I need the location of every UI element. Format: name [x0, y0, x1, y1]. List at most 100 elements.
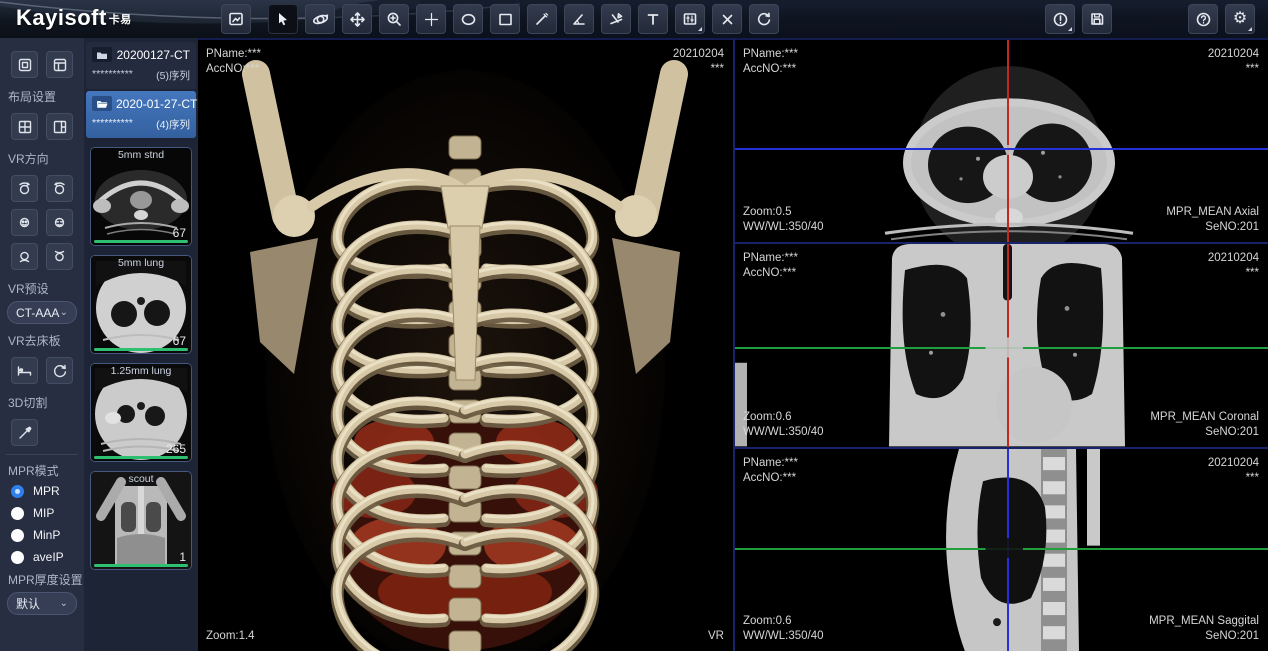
bed-reset-button[interactable] — [46, 357, 73, 384]
view-2d-button[interactable] — [221, 4, 251, 34]
text-annotation-button[interactable] — [638, 4, 668, 34]
measure-line-icon — [534, 11, 550, 27]
ellipse-roi-button[interactable] — [453, 4, 483, 34]
study-date: 2020-01-27-CT — [116, 97, 197, 111]
scout-thumb-image — [91, 472, 191, 569]
study-date: 20210204 — [1208, 456, 1259, 471]
accno: AccNO:*** — [743, 266, 798, 281]
study-stars: *** — [1208, 62, 1259, 77]
vr-mode-overlay: VR — [708, 629, 724, 644]
sagittal-crosshair-horizontal[interactable] — [735, 548, 1268, 550]
pointer-icon — [275, 11, 291, 27]
vr-orient-left-button[interactable] — [11, 209, 38, 236]
scalpel-icon — [17, 425, 33, 441]
chevron-down-icon: ⌄ — [60, 307, 68, 318]
rect-roi-button[interactable] — [490, 4, 520, 34]
cobb-angle-button[interactable] — [601, 4, 631, 34]
mpr-mode-section-label: MPR模式 — [0, 459, 84, 480]
pan-tool-button[interactable] — [342, 4, 372, 34]
rotate-3d-tool-button[interactable] — [305, 4, 335, 34]
mpr-thickness-select[interactable]: 默认 ⌄ — [7, 592, 77, 615]
grid-1-2-layout-button[interactable] — [46, 113, 73, 140]
thumbnail-image-count: 1 — [179, 550, 186, 564]
view-name: MPR_MEAN Axial — [1166, 205, 1259, 220]
vr-orient-posterior-button[interactable] — [46, 175, 73, 202]
series-thumbnail-5mm-lung[interactable]: 5mm lung 67 — [90, 255, 192, 354]
study-patient: ********** — [92, 68, 133, 83]
axial-crosshair-horizontal[interactable] — [735, 148, 1268, 150]
pname: PName:*** — [743, 456, 798, 471]
layout-preset-button[interactable] — [46, 51, 73, 78]
vr-accno: AccNO:*** — [206, 62, 261, 77]
mpr-mode-radio-aveip[interactable]: aveIP — [0, 546, 84, 568]
vr-direction-section-label: VR方向 — [0, 147, 84, 168]
measure-line-button[interactable] — [527, 4, 557, 34]
radio-icon — [11, 551, 24, 564]
study-date: 20210204 — [1208, 47, 1259, 62]
axial-crosshair-vertical[interactable] — [1007, 40, 1009, 242]
series-thumbnail-125mm-lung[interactable]: 1.25mm lung 265 — [90, 363, 192, 462]
thumbnail-image-count: 67 — [173, 226, 186, 240]
vr-viewport[interactable]: PName:*** AccNO:*** 20210204 *** Zoom:1.… — [198, 38, 733, 651]
bed-removal-button[interactable] — [11, 357, 38, 384]
window-level-button[interactable] — [675, 4, 705, 34]
vr-study-overlay: 20210204 *** — [673, 47, 724, 77]
vr-orient-anterior-button[interactable] — [11, 175, 38, 202]
study-item-1[interactable]: 20200127-CT ********** (5)序列 — [86, 42, 196, 89]
pname: PName:*** — [743, 251, 798, 266]
save-button[interactable] — [1082, 4, 1112, 34]
thumbnail-label: 5mm lung — [91, 257, 191, 269]
series-thumbnail-scout[interactable]: scout 1 — [90, 471, 192, 570]
sidebar-divider — [6, 454, 78, 455]
vr-orient-right-button[interactable] — [46, 209, 73, 236]
vr-bed-section-label: VR去床板 — [0, 329, 84, 350]
radio-label: MPR — [33, 484, 60, 498]
mpr-thickness-section-label: MPR厚度设置 — [0, 568, 84, 589]
grid-1-2-icon — [52, 119, 68, 135]
help-button[interactable] — [1188, 4, 1218, 34]
angle-tool-button[interactable] — [564, 4, 594, 34]
folder-icon — [92, 47, 112, 62]
mpr-mode-radio-mip[interactable]: MIP — [0, 502, 84, 524]
coronal-crosshair-horizontal[interactable] — [735, 347, 1268, 349]
pointer-tool-button[interactable] — [268, 4, 298, 34]
mpr-mode-radio-mpr[interactable]: MPR — [0, 480, 84, 502]
coronal-zoom-overlay: Zoom:0.6 WW/WL:350/40 — [743, 410, 824, 440]
coronal-crosshair-vertical[interactable] — [1007, 244, 1009, 446]
seno: SeNO:201 — [1150, 425, 1259, 440]
mpr-sagittal-viewport[interactable]: PName:*** AccNO:*** 20210204 *** Zoom:0.… — [735, 449, 1268, 651]
vr-orient-head-icon — [16, 248, 33, 265]
zoom-value: Zoom:0.5 — [743, 205, 824, 220]
thumbnail-progress-bar — [94, 240, 188, 243]
study-item-2-selected[interactable]: 2020-01-27-CT ********** (4)序列 — [86, 91, 196, 138]
sagittal-study-overlay: 20210204 *** — [1208, 456, 1259, 486]
sagittal-series-overlay: MPR_MEAN Saggital SeNO:201 — [1149, 614, 1259, 644]
zoom-tool-button[interactable] — [379, 4, 409, 34]
angle-icon — [571, 11, 587, 27]
layout-single-icon — [17, 57, 33, 73]
layout-single-button[interactable] — [11, 51, 38, 78]
delete-annotation-button[interactable] — [712, 4, 742, 34]
study-date: 20200127-CT — [116, 48, 190, 62]
vr-preset-select[interactable]: CT-AAA ⌄ — [7, 301, 77, 324]
grid-2x2-layout-button[interactable] — [11, 113, 38, 140]
settings-button[interactable]: ⚙ — [1225, 4, 1255, 34]
scalpel-button[interactable] — [11, 419, 38, 446]
vr-study-stars: *** — [673, 62, 724, 77]
mpr-coronal-viewport[interactable]: PName:*** AccNO:*** 20210204 *** Zoom:0.… — [735, 244, 1268, 448]
app-logo: Kayisoft卡易 — [16, 5, 132, 31]
series-thumbnail-5mm-stnd[interactable]: 5mm stnd 67 — [90, 147, 192, 246]
main-toolbar — [221, 4, 786, 34]
crosshair-tool-button[interactable] — [416, 4, 446, 34]
reset-view-button[interactable] — [749, 4, 779, 34]
vr-orient-head-button[interactable] — [11, 243, 38, 270]
radio-icon — [11, 529, 24, 542]
delete-icon — [720, 12, 735, 27]
study-date: 20210204 — [1208, 251, 1259, 266]
vr-orient-feet-button[interactable] — [46, 243, 73, 270]
mpr-axial-viewport[interactable]: PName:*** AccNO:*** 20210204 *** Zoom:0.… — [735, 40, 1268, 244]
rotate-3d-icon — [312, 11, 329, 28]
info-button[interactable] — [1045, 4, 1075, 34]
mpr-mode-radio-minp[interactable]: MinP — [0, 524, 84, 546]
sagittal-crosshair-vertical[interactable] — [1007, 449, 1009, 651]
